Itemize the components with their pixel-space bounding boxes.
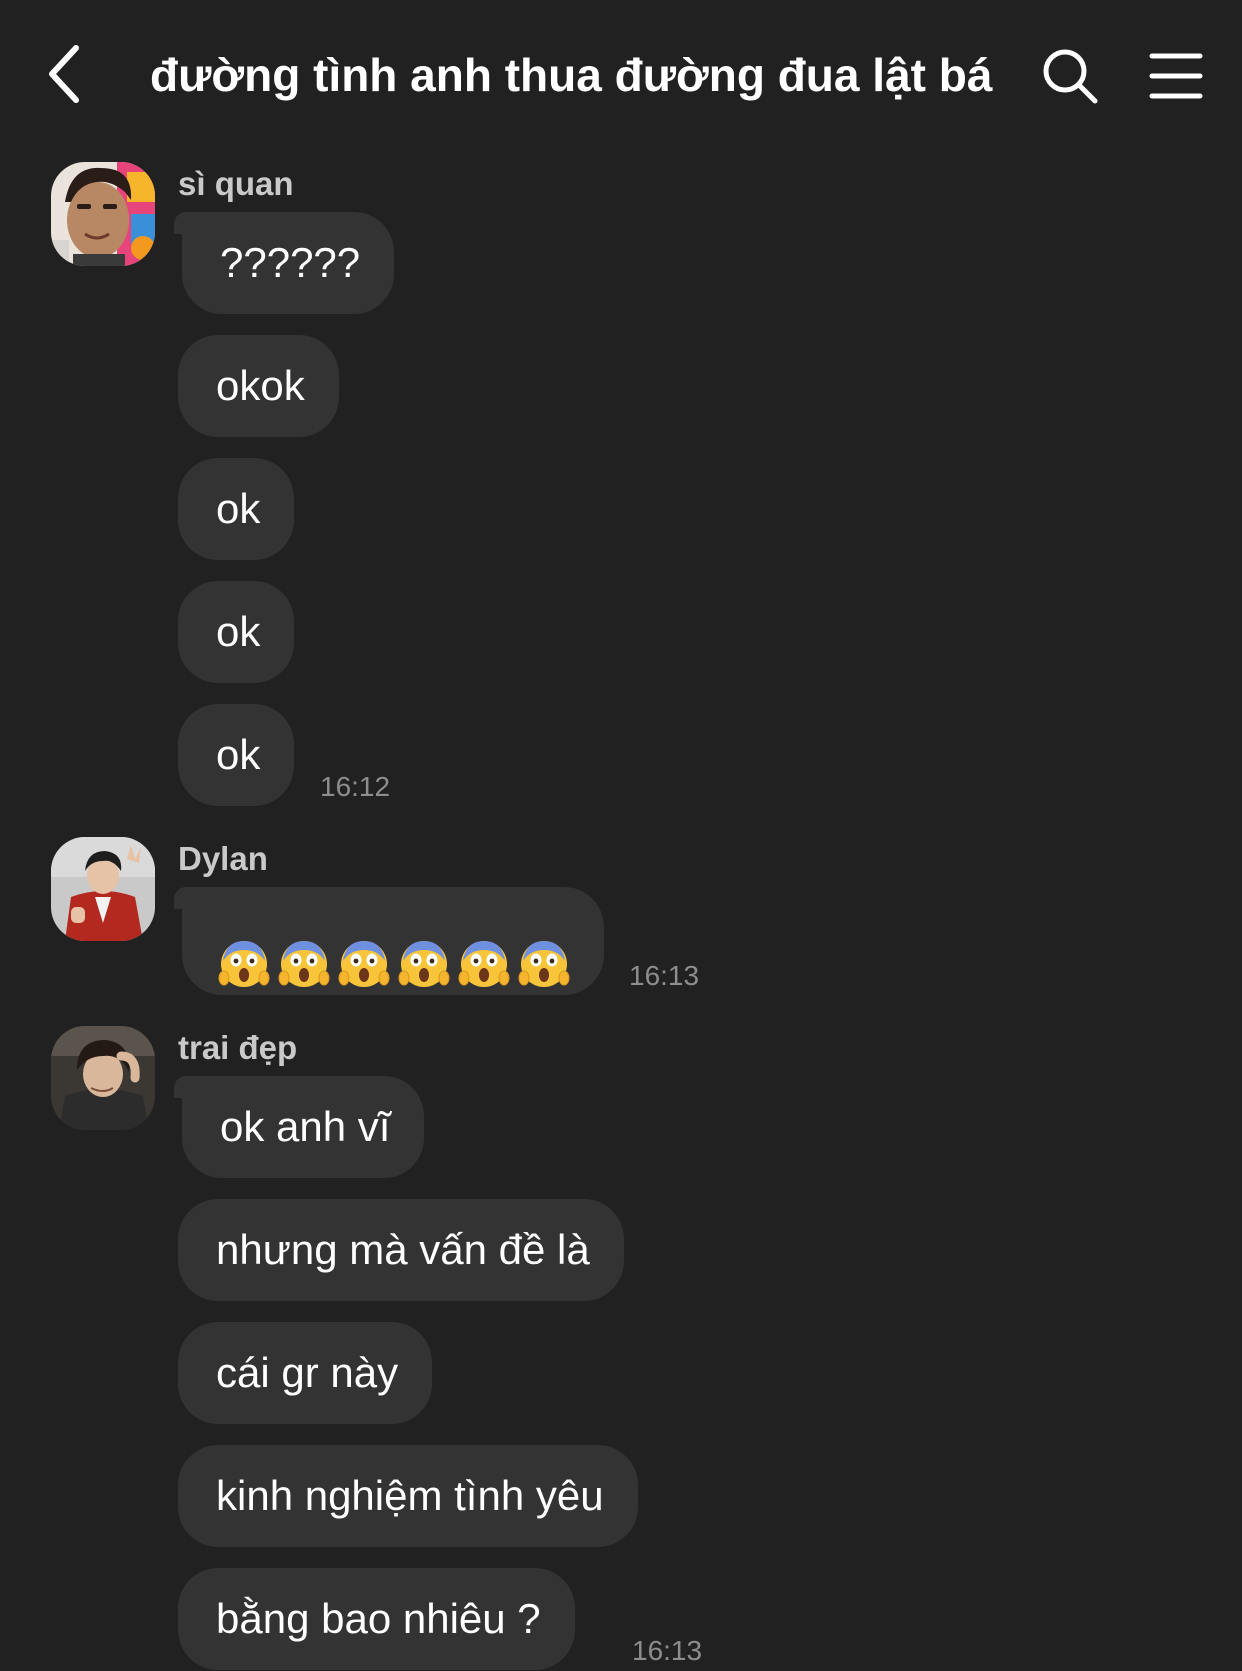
message-bubble[interactable]: ?????? [173,212,395,314]
message-timestamp: 16:13 [632,1635,703,1666]
back-button[interactable] [40,38,100,110]
message-bubble[interactable]: ok [178,581,295,683]
avatar-image [51,162,155,266]
search-icon [1043,49,1098,104]
chat-title: đường tình anh thua đường đua lật bá [150,49,993,101]
message-timestamp: 16:12 [320,771,391,802]
sender-name: Dylan [178,840,268,877]
screaming-face-emoji-icon [518,918,570,988]
message-bubble[interactable]: kinh nghiệm tình yêu [178,1445,638,1547]
message-bubble[interactable]: ok anh vĩ [173,1076,425,1178]
message-bubble-emoji[interactable] [174,887,604,995]
sender-name: trai đẹp [178,1029,298,1066]
screaming-face-emoji-icon [458,918,510,988]
message-bubble[interactable]: ok [178,704,295,806]
avatar-si-quan[interactable] [51,162,155,266]
screaming-face-emoji-icon [218,918,270,988]
screaming-face-emoji-icon [278,918,330,988]
chat-header: đường tình anh thua đường đua lật bá [0,0,1242,150]
avatar-trai-dep[interactable] [51,1026,155,1130]
chevron-left-icon [49,45,79,103]
hamburger-menu-icon [1149,53,1203,99]
message-bubble[interactable]: bằng bao nhiêu ? [178,1568,575,1670]
screaming-face-emoji-icon [398,918,450,988]
message-bubble[interactable]: nhưng mà vấn đề là [178,1199,624,1301]
menu-button[interactable] [1148,50,1204,102]
message-bubble[interactable]: ok [178,458,295,560]
search-button[interactable] [1040,46,1102,108]
avatar-image [51,837,155,941]
screaming-face-emoji-icon [338,918,390,988]
message-bubble[interactable]: cái gr này [178,1322,433,1424]
sender-name: sì quan [178,165,294,202]
message-timestamp: 16:13 [629,960,700,991]
message-bubble[interactable]: okok [178,335,339,437]
avatar-image [51,1026,155,1130]
avatar-dylan[interactable] [51,837,155,941]
